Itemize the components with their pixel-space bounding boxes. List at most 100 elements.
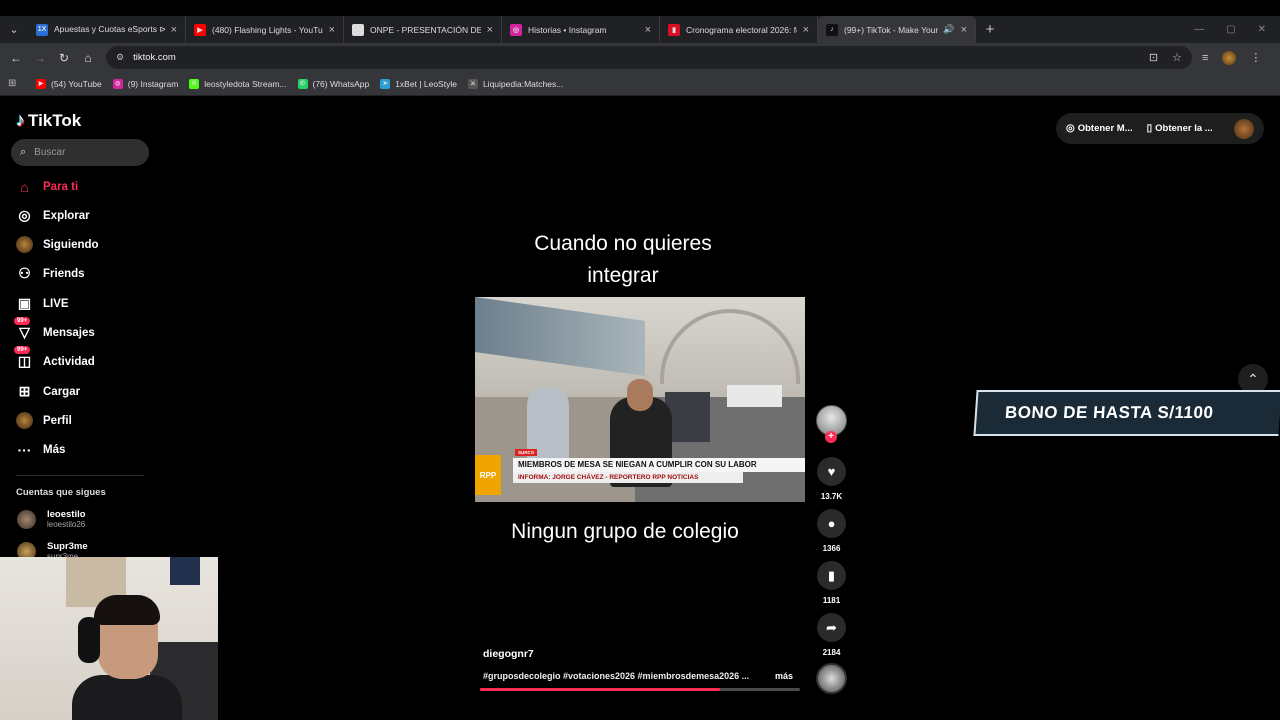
friends-icon: ⚇ (18, 265, 31, 281)
get-coins-label: Obtener M... (1077, 123, 1133, 134)
user-avatar[interactable] (1234, 118, 1254, 139)
profile-avatar-icon[interactable] (1222, 50, 1237, 65)
close-tab-icon[interactable]: × (803, 24, 809, 36)
video-progress-bar[interactable] (480, 688, 800, 691)
sidebar-item-para-ti[interactable]: ⌂ Para ti (16, 178, 78, 195)
back-arrow-icon[interactable]: ← (4, 51, 28, 65)
sidebar-item-live[interactable]: ▣ LIVE (16, 295, 69, 312)
get-coins-button[interactable]: ◎ Obtener M... (1066, 123, 1133, 134)
video-player[interactable]: RPP SURCO MIEMBROS DE MESA SE NIEGAN A C… (475, 297, 805, 502)
search-input[interactable]: ⌕ Buscar (11, 139, 149, 166)
new-tab-button[interactable]: + (976, 21, 1004, 38)
close-tab-icon[interactable]: × (329, 24, 335, 36)
close-tab-icon[interactable]: × (961, 24, 967, 36)
heart-icon[interactable]: ♥ (817, 457, 846, 486)
comment-icon[interactable]: ● (817, 509, 846, 538)
sidebar-item-perfil[interactable]: ● Perfil (16, 412, 72, 429)
sidebar-item-mensajes[interactable]: ▽ 99+ Mensajes (14, 317, 95, 341)
reload-icon[interactable]: ↻ (52, 51, 76, 65)
sidebar-item-explorar[interactable]: ◎ Explorar (16, 207, 90, 224)
speaker-icon[interactable]: 🔊 (943, 24, 954, 35)
sidebar-item-más[interactable]: ··· Más (16, 441, 66, 458)
bookmark-item[interactable]: ➤ 1xBet | LeoStyle (380, 78, 457, 89)
forward-arrow-icon[interactable]: → (28, 51, 52, 65)
bookmark-item[interactable]: ⚔ Liquipedia:Matches... (467, 78, 564, 89)
tab-title: Apuestas y Cuotas eSports ⊳ A (54, 24, 165, 34)
site-info-icon[interactable]: ⚙ (116, 52, 124, 63)
sidebar-item-actividad[interactable]: ◫ 99+ Actividad (14, 346, 95, 370)
compass-icon: ◎ (1066, 123, 1075, 134)
bookmark-item[interactable]: ▶ (54) YouTube (36, 78, 102, 89)
messages-icon: ▽ 99+ (14, 317, 33, 341)
upload-icon: ⊞ (18, 383, 31, 399)
sidebar-item-label: Perfil (43, 414, 72, 427)
video-hashtags[interactable]: #gruposdecolegio #votaciones2026 #miembr… (483, 671, 749, 681)
action-count: 2184 (822, 648, 841, 657)
sidebar-item-cargar[interactable]: ⊞ Cargar (16, 383, 80, 400)
tiktok-logo[interactable]: ♪ TikTok (16, 110, 81, 131)
install-app-icon[interactable]: ⊡ (1149, 51, 1158, 64)
sidebar-item-siguiendo[interactable]: ● Siguiendo (16, 236, 99, 253)
video-author[interactable]: diegognr7 (483, 648, 534, 660)
bookmark-favicon-icon: ✆ (297, 78, 308, 89)
follow-plus-icon[interactable]: + (825, 431, 837, 443)
video-scene-reporter-face (627, 379, 653, 411)
bookmark-item[interactable]: ◎ (9) Instagram (112, 78, 178, 89)
tab-search-chevron-icon[interactable]: ⌄ (0, 16, 28, 43)
video-caption-top: Cuando no quieres integrar (534, 232, 712, 287)
maximize-icon[interactable]: ▢ (1226, 24, 1235, 35)
bookmark-star-icon[interactable]: ☆ (1172, 51, 1182, 64)
bookmark-favicon-icon: ⚔ (467, 78, 478, 89)
window-controls: — ▢ ✕ (1194, 24, 1280, 35)
promo-banner[interactable]: BONO DE HASTA S/1100 (973, 390, 1280, 436)
sidebar-item-label: Más (43, 443, 66, 456)
browser-tab[interactable]: ◎ Historias • Instagram × (502, 16, 660, 43)
browser-tab[interactable]: ▮ Cronograma electoral 2026: fe × (660, 16, 818, 43)
sidebar-item-friends[interactable]: ⚇ Friends (16, 265, 84, 282)
apps-grid-icon[interactable]: ⊞ (8, 78, 22, 89)
minimize-icon[interactable]: — (1194, 24, 1204, 35)
action-count: 13.7K (820, 492, 843, 501)
news-credit: INFORMA: JORGE CHÁVEZ - REPORTERO RPP NO… (513, 472, 743, 483)
address-bar[interactable]: ⚙ tiktok.com ⊡ ☆ (106, 46, 1192, 69)
news-headline: MIEMBROS DE MESA SE NIEGAN A CUMPLIR CON… (513, 458, 805, 472)
close-tab-icon[interactable]: × (487, 24, 493, 36)
home-icon[interactable]: ⌂ (76, 51, 100, 65)
bookmark-item[interactable]: ✆ (76) WhatsApp (297, 78, 370, 89)
browser-tab[interactable]: ▶ (480) Flashing Lights - YouTube × (186, 16, 344, 43)
rpp-logo: RPP (475, 455, 501, 495)
close-tab-icon[interactable]: × (171, 24, 177, 36)
search-icon: ⌕ (20, 146, 27, 158)
music-disc-icon[interactable] (816, 663, 847, 694)
bookmarks-bar: ⊞ ▶ (54) YouTube ◎ (9) Instagram Kleostyledo… (0, 72, 1280, 96)
tab-title: (99+) TikTok - Make Your Da (844, 24, 939, 35)
get-app-button[interactable]: ▯ Obtener la ... (1147, 123, 1213, 134)
webcam-person-body (72, 675, 182, 720)
sidebar-item-label: Mensajes (43, 326, 95, 339)
url-text: tiktok.com (133, 52, 176, 63)
bookmark-label: (76) WhatsApp (312, 78, 370, 89)
onpe-icon: O (352, 23, 364, 36)
tiktok-note-icon: ♪ (16, 110, 25, 130)
sidebar-item-label: LIVE (43, 297, 69, 310)
media-controls-icon[interactable]: ≡ (1202, 52, 1208, 64)
tiktok-wordmark: TikTok (28, 110, 82, 130)
youtube-icon: ▶ (194, 23, 206, 36)
browser-tab[interactable]: 1X Apuestas y Cuotas eSports ⊳ A × (28, 16, 186, 43)
bookmark-label: Liquipedia:Matches... (482, 78, 564, 89)
flag-icon: ▮ (668, 23, 680, 36)
browser-tab[interactable]: O ONPE - PRESENTACIÓN DE RE × (344, 16, 502, 43)
action-count: 1366 (822, 544, 841, 553)
browser-tab[interactable]: ♪ (99+) TikTok - Make Your Da 🔊 × (818, 16, 976, 43)
bookmark-item[interactable]: Kleostyledota Stream... (189, 78, 287, 89)
following-account[interactable]: leoestilo leoestilo26 (17, 509, 86, 529)
bookmark-icon[interactable]: ▮ (817, 561, 846, 590)
close-window-icon[interactable]: ✕ (1258, 24, 1266, 35)
see-more-button[interactable]: más (775, 671, 793, 681)
sidebar-item-label: Explorar (43, 209, 90, 222)
video-caption-bottom: Ningun grupo de colegio (511, 520, 739, 543)
close-tab-icon[interactable]: × (645, 24, 651, 36)
menu-kebab-icon[interactable]: ⋮ (1250, 51, 1261, 64)
share-icon[interactable]: ➦ (817, 613, 846, 642)
bookmark-favicon-icon: ▶ (36, 78, 46, 89)
